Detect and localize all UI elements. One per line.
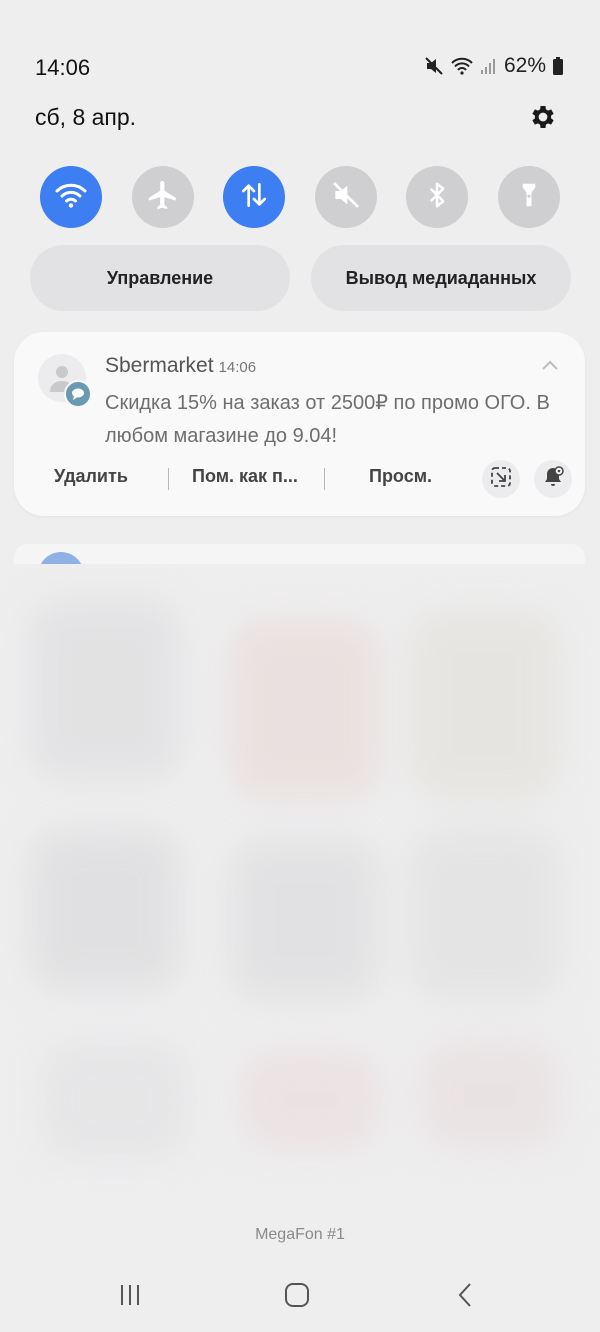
wifi-toggle[interactable] <box>40 166 102 228</box>
notification-text: Скидка 15% на заказ от 2500₽ по промо ОГ… <box>105 392 550 447</box>
status-time: 14:06 <box>35 55 91 80</box>
open-in-popup-button[interactable] <box>482 460 520 498</box>
data-transfer-icon <box>238 179 270 216</box>
status-bar: 14:06 62% <box>0 50 600 86</box>
quick-toggles <box>40 166 560 228</box>
panel-buttons: Управление Вывод медиаданных <box>30 245 571 311</box>
airplane-mode-toggle[interactable] <box>131 166 194 228</box>
bluetooth-toggle[interactable] <box>406 166 469 228</box>
settings-button[interactable] <box>528 102 558 132</box>
avatar <box>38 354 92 408</box>
home-icon <box>284 1282 310 1313</box>
blurred-background <box>0 540 600 1240</box>
date-row: сб, 8 апр. <box>0 100 600 140</box>
bluetooth-icon <box>422 179 452 216</box>
battery-icon <box>552 56 564 76</box>
popup-view-icon <box>490 466 512 493</box>
flashlight-toggle[interactable] <box>497 166 560 228</box>
notification-card-partial[interactable] <box>14 544 585 564</box>
action-divider <box>324 468 325 490</box>
mute-icon <box>330 179 362 216</box>
mark-as-action-button[interactable]: Пом. как п... <box>192 466 298 487</box>
notification-settings-button[interactable] <box>534 460 572 498</box>
message-badge-icon <box>64 380 92 408</box>
notification-app-name: Sbermarket <box>105 354 214 377</box>
bell-settings-icon <box>541 465 565 494</box>
notification-actions: Удалить Пом. как п... Просм. <box>14 460 585 500</box>
status-icons: 62% <box>424 54 564 78</box>
notification-time: 14:06 <box>218 359 257 376</box>
recent-apps-button[interactable] <box>110 1282 150 1312</box>
mute-icon <box>424 56 444 76</box>
device-control-button[interactable]: Управление <box>30 245 290 311</box>
view-action-button[interactable]: Просм. <box>369 466 432 487</box>
home-button[interactable] <box>277 1282 317 1312</box>
gear-icon <box>528 106 558 136</box>
wifi-icon <box>54 180 88 215</box>
navigation-bar <box>0 1272 600 1322</box>
chevron-up-icon[interactable] <box>541 358 559 376</box>
back-chevron-icon <box>457 1282 473 1313</box>
recent-apps-icon <box>118 1283 142 1312</box>
battery-percent: 62% <box>503 54 546 77</box>
wifi-icon <box>450 56 474 76</box>
back-button[interactable] <box>445 1282 485 1312</box>
carrier-label: MegaFon #1 <box>255 1226 345 1243</box>
mobile-data-toggle[interactable] <box>223 166 286 228</box>
notification-card[interactable]: Sbermarket 14:06 Скидка 15% на заказ от 2… <box>14 332 585 516</box>
delete-action-button[interactable]: Удалить <box>54 466 128 487</box>
date-label: сб, 8 апр. <box>35 104 137 130</box>
avatar <box>38 552 84 564</box>
notification-header: Sbermarket 14:06 <box>105 354 256 378</box>
sound-mute-toggle[interactable] <box>314 166 377 228</box>
action-divider <box>168 468 169 490</box>
media-output-button[interactable]: Вывод медиаданных <box>311 245 571 311</box>
flashlight-icon <box>514 178 544 217</box>
airplane-icon <box>146 178 180 217</box>
signal-icon <box>480 56 498 76</box>
